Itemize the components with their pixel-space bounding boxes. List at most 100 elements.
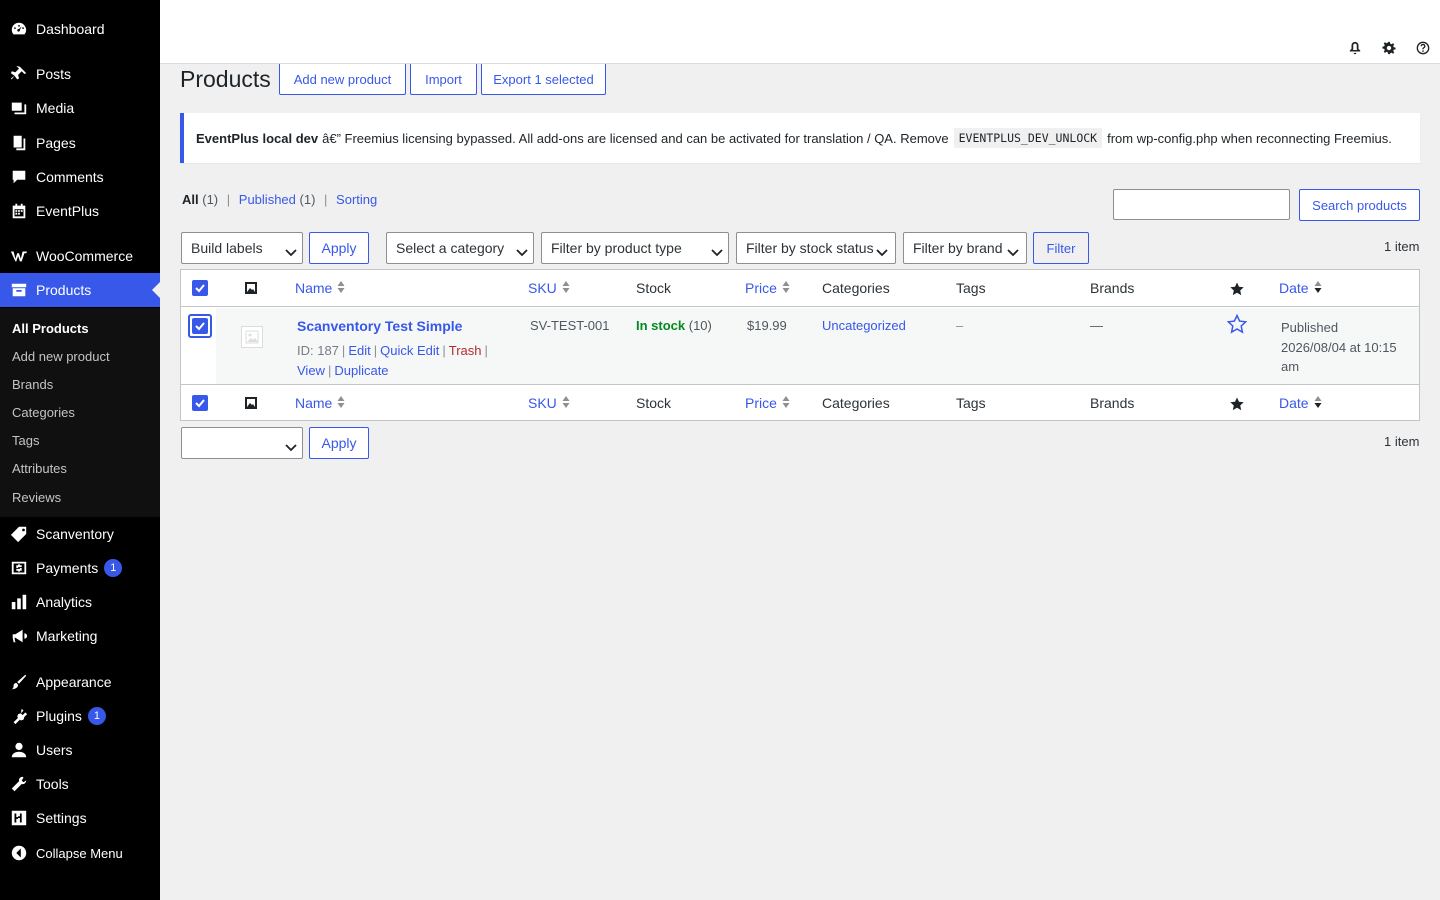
stock-status-select[interactable]: Filter by stock status (736, 232, 896, 264)
update-count-badge: 1 (87, 707, 106, 725)
menu-label: Analytics (36, 594, 93, 610)
column-sku-footer[interactable]: SKU (528, 395, 570, 412)
submenu-add-new-product[interactable]: Add new product (12, 349, 110, 364)
sort-desc-icon (1314, 280, 1322, 297)
bulk-action-select-bottom[interactable] (181, 427, 303, 459)
menu-tools[interactable]: Tools (0, 767, 160, 801)
menu-plugins[interactable]: Plugins 1 (0, 699, 160, 733)
select-value: Filter by product type (551, 240, 682, 256)
menu-woocommerce[interactable]: WooCommerce (0, 239, 160, 273)
brand-select[interactable]: Filter by brand (903, 232, 1027, 264)
submenu-reviews[interactable]: Reviews (12, 490, 61, 505)
submenu-brands[interactable]: Brands (12, 377, 53, 392)
featured-toggle-star-icon[interactable] (1226, 313, 1248, 334)
trash-link[interactable]: Trash (449, 343, 482, 358)
menu-marketing[interactable]: Marketing (0, 619, 160, 653)
chevron-down-icon (876, 244, 888, 257)
duplicate-link[interactable]: Duplicate (334, 363, 388, 378)
menu-label: EventPlus (36, 203, 100, 219)
menu-dashboard[interactable]: Dashboard (0, 12, 160, 46)
column-name-footer[interactable]: Name (295, 395, 345, 412)
menu-products[interactable]: Products (0, 273, 160, 307)
view-sorting[interactable]: Sorting (336, 192, 377, 207)
menu-label: Marketing (36, 628, 98, 644)
menu-users[interactable]: Users (0, 733, 160, 767)
filter-button[interactable]: Filter (1033, 232, 1089, 264)
menu-media[interactable]: Media (0, 91, 160, 125)
items-count: 1 item (1384, 239, 1420, 254)
menu-label: Tools (36, 776, 69, 792)
apply-button-bottom[interactable]: Apply (309, 427, 369, 459)
menu-payments[interactable]: Payments 1 (0, 551, 160, 585)
submenu-all-products[interactable]: All Products (12, 321, 89, 336)
product-name-link[interactable]: Scanventory Test Simple (297, 318, 462, 334)
menu-pages[interactable]: Pages (0, 126, 160, 160)
featured-star-icon[interactable] (1230, 282, 1244, 296)
search-products-button[interactable]: Search products (1299, 189, 1420, 221)
menu-label: Scanventory (36, 526, 114, 542)
column-name[interactable]: Name (295, 280, 345, 297)
column-sku[interactable]: SKU (528, 280, 570, 297)
featured-star-icon[interactable] (1230, 397, 1244, 411)
menu-label: Dashboard (36, 21, 105, 37)
quick-edit-link[interactable]: Quick Edit (380, 343, 439, 358)
chart-icon (9, 592, 29, 612)
submenu-attributes[interactable]: Attributes (12, 461, 67, 476)
view-link[interactable]: View (297, 363, 325, 378)
menu-settings[interactable]: Settings (0, 801, 160, 835)
column-categories: Categories (822, 280, 890, 296)
stock-quantity: (10) (688, 318, 712, 333)
add-new-product-button[interactable]: Add new product (279, 64, 406, 95)
pages-icon (9, 133, 29, 153)
products-table: Name SKU Stock Price Categories Tags Bra… (180, 269, 1420, 421)
help-icon[interactable] (1415, 40, 1431, 56)
menu-label: WooCommerce (36, 248, 133, 264)
menu-scanventory[interactable]: Scanventory (0, 517, 160, 551)
menu-analytics[interactable]: Analytics (0, 585, 160, 619)
submenu-categories[interactable]: Categories (12, 405, 75, 420)
bulk-action-select[interactable]: Build labels (181, 232, 303, 264)
select-all-checkbox-footer[interactable] (192, 395, 208, 411)
gear-icon[interactable] (1381, 40, 1397, 56)
product-type-select[interactable]: Filter by product type (541, 232, 729, 264)
product-tags: – (956, 318, 964, 333)
sort-icon (337, 395, 345, 412)
menu-comments[interactable]: Comments (0, 160, 160, 194)
settings-icon (9, 808, 29, 828)
image-column-icon (244, 396, 258, 410)
submenu-tags[interactable]: Tags (12, 433, 39, 448)
column-date[interactable]: Date (1279, 280, 1322, 297)
product-category-link[interactable]: Uncategorized (822, 318, 906, 333)
menu-appearance[interactable]: Appearance (0, 665, 160, 699)
export-button[interactable]: Export 1 selected (481, 64, 606, 95)
column-tags: Tags (956, 280, 986, 296)
products-submenu: All Products Add new product Brands Cate… (0, 308, 160, 517)
product-thumbnail[interactable] (241, 326, 263, 348)
product-price: $19.99 (747, 318, 787, 333)
sort-icon (782, 395, 790, 412)
column-price-footer[interactable]: Price (745, 395, 790, 412)
menu-posts[interactable]: Posts (0, 57, 160, 91)
product-date: Published 2026/08/04 at 10:15 am (1281, 318, 1411, 377)
import-button[interactable]: Import (410, 64, 477, 95)
view-all-count: (1) (202, 192, 219, 207)
row-checkbox[interactable] (192, 318, 208, 334)
category-select[interactable]: Select a category (386, 232, 534, 264)
search-input[interactable] (1113, 189, 1290, 220)
view-published-count: (1) (299, 192, 316, 207)
menu-collapse[interactable]: Collapse Menu (0, 836, 160, 870)
menu-eventplus[interactable]: EventPlus (0, 194, 160, 228)
select-all-checkbox[interactable] (192, 280, 208, 296)
notice-text-2: from wp-config.php when reconnecting Fre… (1107, 130, 1392, 146)
dollar-icon (9, 558, 29, 578)
dev-notice: EventPlus local dev â€” Freemius licensi… (180, 113, 1420, 163)
bell-icon[interactable] (1347, 40, 1363, 56)
apply-button[interactable]: Apply (309, 232, 369, 264)
comment-icon (9, 167, 29, 187)
column-price[interactable]: Price (745, 280, 790, 297)
view-all[interactable]: All (182, 192, 199, 207)
column-date-footer[interactable]: Date (1279, 395, 1322, 412)
chevron-down-icon (516, 244, 528, 257)
view-published[interactable]: Published (239, 192, 296, 207)
edit-link[interactable]: Edit (348, 343, 370, 358)
